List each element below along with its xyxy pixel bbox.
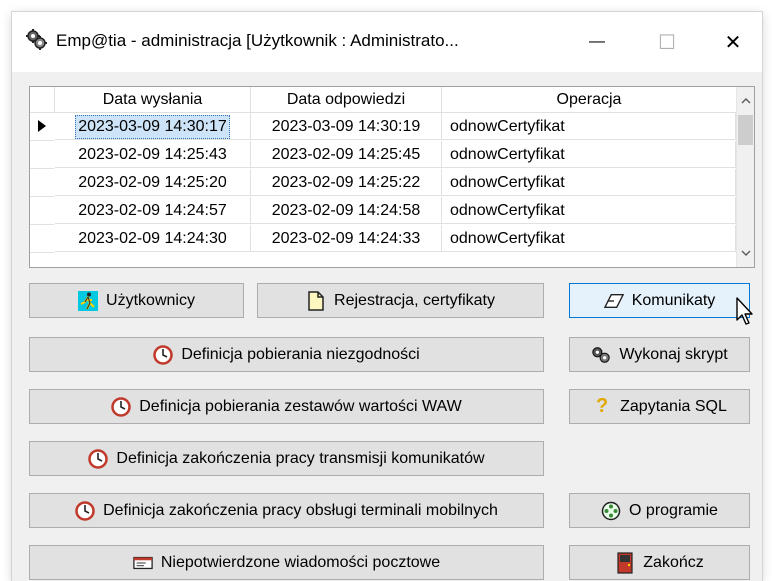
button-label: Komunikaty: [631, 291, 716, 309]
row-indicator: [30, 225, 54, 253]
title-bar[interactable]: Emp@tia - administracja [Użytkownik : Ad…: [12, 12, 762, 72]
clock-icon: [88, 448, 109, 469]
table-cell[interactable]: 2023-02-09 14:25:20: [55, 169, 251, 196]
uzytkownicy-button[interactable]: Użytkownicy: [29, 283, 244, 318]
table-row[interactable]: 2023-02-09 14:24:57 2023-02-09 14:24:58 …: [30, 197, 736, 225]
maximize-icon: ☐: [658, 31, 676, 54]
gears-icon: [591, 345, 611, 365]
table-row[interactable]: 2023-02-09 14:24:30 2023-02-09 14:24:33 …: [30, 225, 736, 253]
button-label: Definicja zakończenia pracy obsługi term…: [103, 501, 498, 519]
wykonaj-skrypt-button[interactable]: Wykonaj skrypt: [569, 337, 750, 372]
film-reel-icon: [601, 501, 621, 521]
button-label: Wykonaj skrypt: [619, 345, 728, 363]
window-title: Emp@tia - administracja [Użytkownik : Ad…: [56, 31, 459, 50]
button-label: Definicja zakończenia pracy transmisji k…: [116, 449, 485, 467]
close-icon: ✕: [724, 31, 742, 54]
mouse-cursor-icon: [736, 297, 753, 325]
row-indicator: [30, 197, 54, 225]
table-cell[interactable]: odnowCertyfikat: [442, 197, 736, 224]
rejestracja-certyfikaty-button[interactable]: Rejestracja, certyfikaty: [257, 283, 544, 318]
vertical-scrollbar[interactable]: [736, 87, 754, 267]
table-row[interactable]: 2023-02-09 14:25:43 2023-02-09 14:25:45 …: [30, 141, 736, 169]
table-cell[interactable]: 2023-03-09 14:30:19: [251, 113, 442, 140]
app-window: Emp@tia - administracja [Użytkownik : Ad…: [12, 12, 762, 581]
table-cell[interactable]: 2023-03-09 14:30:17: [55, 113, 251, 140]
question-icon: ?: [596, 395, 609, 417]
table-cell[interactable]: odnowCertyfikat: [442, 141, 736, 168]
door-icon: [615, 551, 635, 574]
cell-text: 2023-03-09 14:30:17: [75, 115, 230, 139]
row-indicator: [30, 141, 54, 169]
zapytania-sql-button[interactable]: ? Zapytania SQL: [569, 389, 750, 424]
komunikaty-button[interactable]: Komunikaty: [569, 283, 750, 318]
table-cell[interactable]: 2023-02-09 14:24:33: [251, 225, 442, 252]
chevron-up-icon: [740, 98, 751, 104]
row-indicator: [30, 169, 54, 197]
button-label: Rejestracja, certyfikaty: [334, 291, 495, 309]
gears-icon: [25, 28, 47, 50]
clock-icon: [75, 500, 95, 521]
table-cell[interactable]: odnowCertyfikat: [442, 113, 736, 140]
table-cell[interactable]: 2023-02-09 14:24:30: [55, 225, 251, 252]
maximize-button[interactable]: ☐: [638, 12, 696, 72]
button-label: Zapytania SQL: [620, 397, 727, 415]
button-label: Definicja pobierania niezgodności: [181, 345, 420, 363]
table-cell[interactable]: 2023-02-09 14:24:58: [251, 197, 442, 224]
column-header-data-odpowiedzi[interactable]: Data odpowiedzi: [251, 87, 442, 113]
table-cell[interactable]: 2023-02-09 14:25:43: [55, 141, 251, 168]
definicja-zakonczenia-transmisji-button[interactable]: Definicja zakończenia pracy transmisji k…: [29, 441, 544, 476]
row-indicator: [30, 113, 54, 141]
mail-icon: [133, 553, 153, 573]
document-icon: [306, 290, 326, 311]
table-row[interactable]: 2023-02-09 14:25:20 2023-02-09 14:25:22 …: [30, 169, 736, 197]
scroll-up-button[interactable]: [737, 91, 754, 111]
minimize-button[interactable]: —: [568, 12, 626, 72]
button-label: O programie: [629, 501, 718, 519]
table-row[interactable]: 2023-03-09 14:30:17 2023-03-09 14:30:19 …: [30, 113, 736, 141]
minimize-icon: —: [589, 33, 605, 50]
table-cell[interactable]: 2023-02-09 14:25:22: [251, 169, 442, 196]
clock-icon: [111, 396, 131, 417]
running-man-icon: [78, 290, 99, 311]
scroll-down-button[interactable]: [737, 243, 754, 263]
column-header-operacja[interactable]: Operacja: [442, 87, 737, 113]
table-cell[interactable]: 2023-02-09 14:24:57: [55, 197, 251, 224]
grid-header: Data wysłania Data odpowiedzi Operacja: [30, 87, 737, 113]
clock-icon: [153, 344, 174, 365]
button-label: Definicja pobierania zestawów wartości W…: [139, 397, 462, 415]
eraser-icon: [603, 291, 624, 311]
header-indicator-cell: [30, 87, 55, 113]
close-button[interactable]: ✕: [704, 12, 762, 72]
column-header-data-wyslania[interactable]: Data wysłania: [55, 87, 251, 113]
definicja-pobierania-zestawow-waw-button[interactable]: Definicja pobierania zestawów wartości W…: [29, 389, 544, 424]
scroll-thumb[interactable]: [738, 115, 753, 145]
button-label: Niepotwierdzone wiadomości pocztowe: [160, 553, 441, 571]
table-cell[interactable]: odnowCertyfikat: [442, 169, 736, 196]
o-programie-button[interactable]: O programie: [569, 493, 750, 528]
niepotwierdzone-wiadomosci-button[interactable]: Niepotwierdzone wiadomości pocztowe: [29, 545, 544, 580]
button-label: Zakończ: [643, 553, 704, 571]
messages-grid[interactable]: Data wysłania Data odpowiedzi Operacja 2…: [29, 86, 755, 268]
table-cell[interactable]: odnowCertyfikat: [442, 225, 736, 252]
zakoncz-button[interactable]: Zakończ: [569, 545, 750, 580]
definicja-zakonczenia-terminali-button[interactable]: Definicja zakończenia pracy obsługi term…: [29, 493, 544, 528]
button-label: Użytkownicy: [106, 291, 195, 309]
chevron-down-icon: [740, 250, 751, 256]
definicja-pobierania-niezgodnosci-button[interactable]: Definicja pobierania niezgodności: [29, 337, 544, 372]
table-cell[interactable]: 2023-02-09 14:25:45: [251, 141, 442, 168]
current-row-icon: [38, 120, 46, 132]
